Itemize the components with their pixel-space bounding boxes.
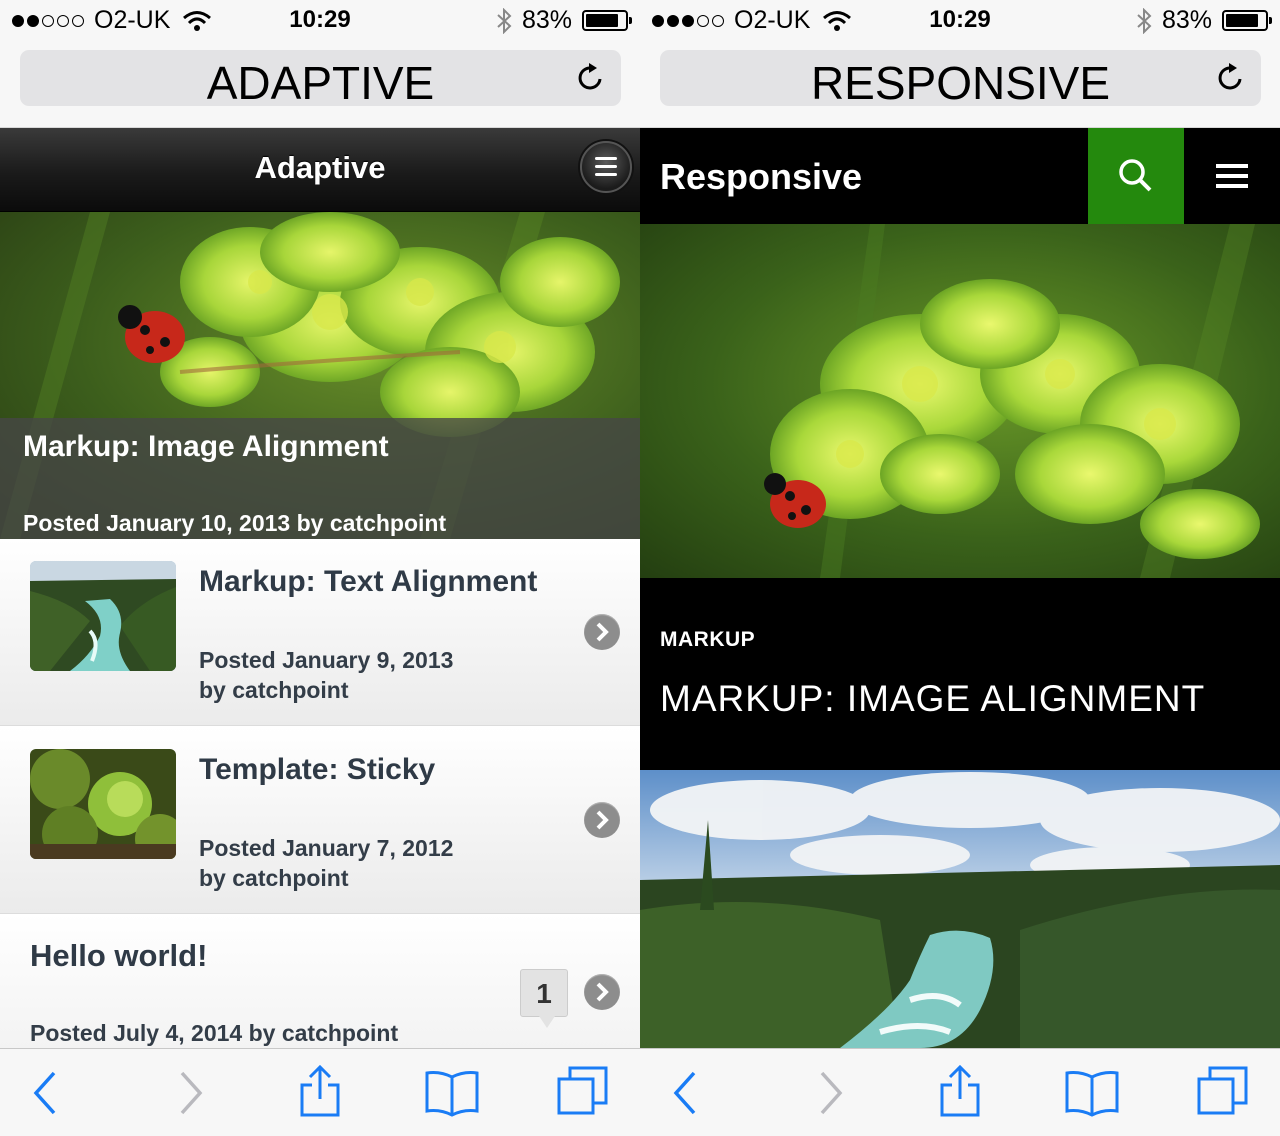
tabs-icon[interactable] xyxy=(556,1065,612,1121)
post-thumbnail xyxy=(30,749,176,859)
status-bar: O2-UK 10:29 83% xyxy=(0,0,640,42)
entry-title[interactable]: MARKUP: IMAGE ALIGNMENT xyxy=(660,678,1205,720)
bluetooth-icon xyxy=(497,7,512,34)
list-item[interactable]: Markup: Text Alignment Posted January 9,… xyxy=(0,539,640,726)
menu-button[interactable] xyxy=(580,141,632,193)
featured-meta: Posted January 10, 2013 by catchpoint xyxy=(23,510,447,536)
reload-icon[interactable] xyxy=(575,62,607,94)
address-bar-area: RESPONSIVE xyxy=(640,42,1280,128)
featured-caption[interactable]: Markup: Image Alignment Posted January 1… xyxy=(0,418,640,539)
post-author: by catchpoint xyxy=(199,865,349,891)
bookmarks-icon[interactable] xyxy=(424,1065,480,1121)
comment-count-badge[interactable]: 1 xyxy=(520,969,568,1028)
site-title[interactable]: Adaptive xyxy=(0,150,640,186)
address-bar[interactable]: RESPONSIVE xyxy=(660,50,1261,109)
tabs-icon[interactable] xyxy=(1196,1065,1252,1121)
post-image[interactable] xyxy=(640,770,1280,1048)
category-link[interactable]: MARKUP xyxy=(660,628,755,652)
menu-button[interactable] xyxy=(1184,128,1280,224)
browser-toolbar xyxy=(0,1048,640,1136)
post-date: Posted January 9, 2013 xyxy=(199,647,454,673)
url-title: RESPONSIVE xyxy=(810,57,1111,109)
battery-percent: 83% xyxy=(521,6,572,34)
back-icon[interactable] xyxy=(22,1065,78,1121)
battery-icon xyxy=(1222,10,1272,31)
post-title[interactable]: Hello world! xyxy=(30,938,207,974)
featured-image[interactable] xyxy=(640,224,1280,578)
river-image xyxy=(640,770,1280,1048)
search-icon xyxy=(1119,159,1152,192)
search-button[interactable] xyxy=(1088,128,1184,224)
back-icon[interactable] xyxy=(662,1065,718,1121)
address-bar-area: ADAPTIVE xyxy=(0,42,640,128)
status-bar: O2-UK 10:29 83% xyxy=(640,0,1280,42)
site-title[interactable]: Responsive xyxy=(660,156,862,198)
share-icon[interactable] xyxy=(292,1065,348,1121)
browser-toolbar xyxy=(640,1048,1280,1136)
featured-title[interactable]: Markup: Image Alignment xyxy=(23,430,389,464)
chevron-right-icon[interactable] xyxy=(584,802,620,838)
hamburger-icon xyxy=(1216,164,1248,168)
post-title[interactable]: Markup: Text Alignment xyxy=(199,561,559,603)
chevron-right-icon[interactable] xyxy=(584,974,620,1010)
post-thumbnail xyxy=(30,561,176,671)
url-title: ADAPTIVE xyxy=(206,57,435,109)
hamburger-icon xyxy=(595,157,617,177)
address-bar[interactable]: ADAPTIVE xyxy=(20,50,621,109)
forward-icon[interactable] xyxy=(798,1065,854,1121)
post-title[interactable]: Template: Sticky xyxy=(199,749,559,791)
reload-icon[interactable] xyxy=(1215,62,1247,94)
list-item[interactable]: Template: Sticky Posted January 7, 2012 … xyxy=(0,727,640,914)
post-meta: Posted July 4, 2014 by catchpoint xyxy=(30,1020,399,1046)
entry-header: MARKUP MARKUP: IMAGE ALIGNMENT xyxy=(640,578,1280,770)
post-date: Posted January 7, 2012 xyxy=(199,835,454,861)
chevron-right-icon[interactable] xyxy=(584,614,620,650)
battery-percent: 83% xyxy=(1161,6,1212,34)
bookmarks-icon[interactable] xyxy=(1064,1065,1120,1121)
share-icon[interactable] xyxy=(932,1065,988,1121)
bluetooth-icon xyxy=(1137,7,1152,34)
battery-icon xyxy=(582,10,632,31)
post-author: by catchpoint xyxy=(199,677,349,703)
flower-ladybug-image xyxy=(640,224,1280,578)
adaptive-phone: O2-UK 10:29 83% ADAPTIVE Adaptive Markup… xyxy=(0,0,640,1136)
site-header: Adaptive xyxy=(0,128,640,212)
responsive-phone: O2-UK 10:29 83% RESPONSIVE Responsive MA… xyxy=(640,0,1280,1136)
forward-icon[interactable] xyxy=(158,1065,214,1121)
